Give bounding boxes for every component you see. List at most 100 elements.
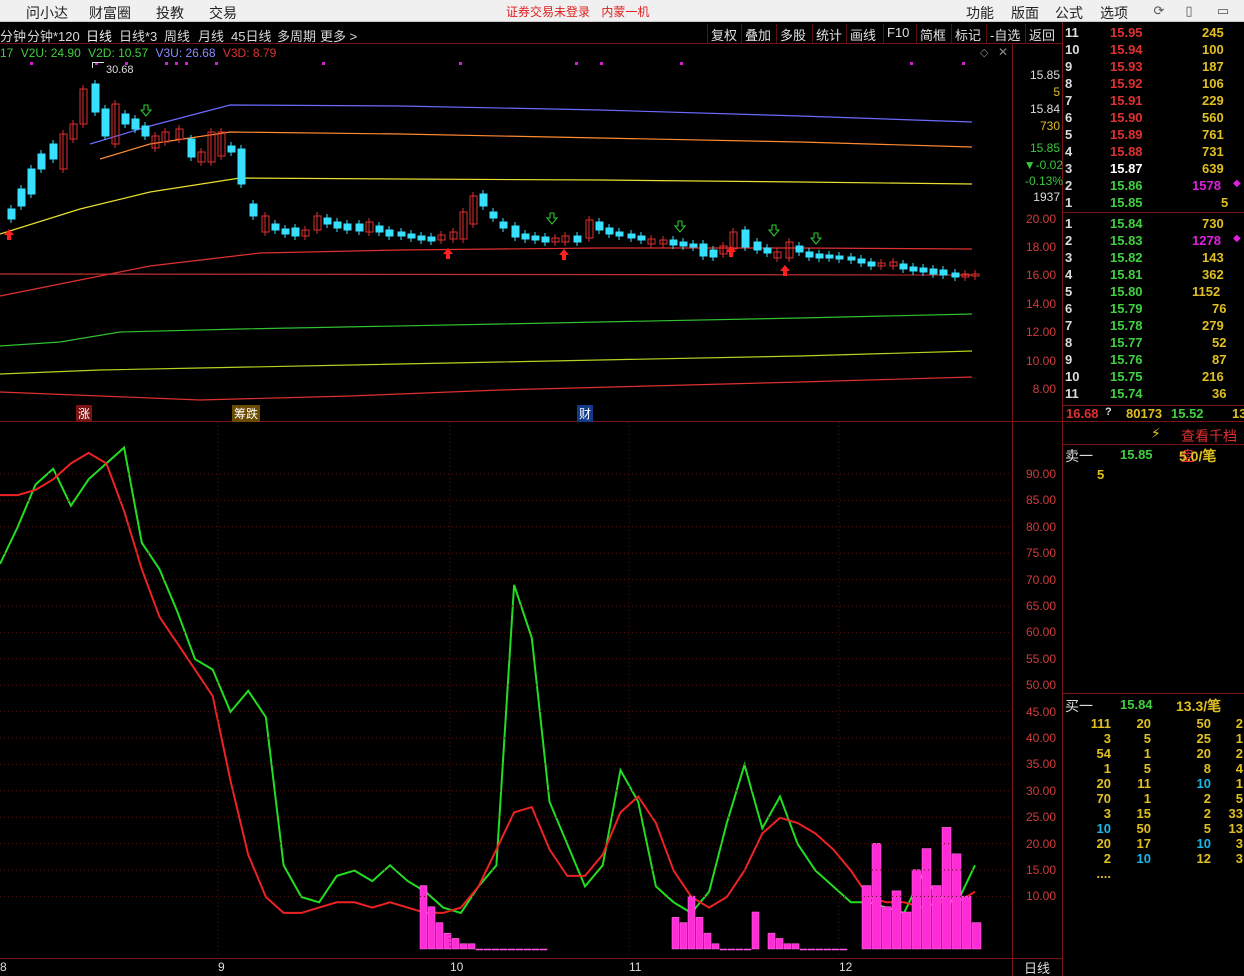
period-monthly[interactable]: 月线 [198, 26, 224, 45]
bid-row[interactable]: 4 15.81 362 [1063, 267, 1244, 284]
simple-frame-button[interactable]: 简框 [916, 24, 949, 43]
price-tick: 16.00 [1025, 268, 1056, 282]
ask-row[interactable]: 9 15.93 187 [1063, 59, 1244, 76]
overlay-button[interactable]: 叠加 [741, 24, 774, 43]
menu-banmian[interactable]: 版面 [1011, 3, 1039, 23]
menu-gongshi[interactable]: 公式 [1055, 3, 1083, 23]
menu-gongneng[interactable]: 功能 [966, 3, 994, 23]
bid-level: 2 [1065, 233, 1073, 248]
bid-price: 15.77 [1110, 335, 1143, 350]
volume-bar [727, 948, 736, 951]
divider [1063, 444, 1244, 445]
volume-bar [961, 895, 972, 950]
menu-caifuquan[interactable]: 财富圈 [89, 3, 131, 23]
ask-row[interactable]: 4 15.88 731 [1063, 144, 1244, 161]
bid-row[interactable]: 11 15.74 36 [1063, 386, 1244, 403]
ask-row[interactable]: 7 15.91 229 [1063, 93, 1244, 110]
window-icon[interactable]: ▭ [1214, 2, 1232, 20]
candle-body [909, 266, 918, 272]
draw-line-button[interactable]: 画线 [846, 24, 879, 43]
sell-arrow [545, 212, 559, 225]
menu-wenxiaoda[interactable]: 问小达 [26, 3, 68, 23]
order-book-panel: 11 15.95 245 10 15.94 100 9 15.93 187 8 15.92 106 7 1… [1063, 22, 1244, 976]
bid-row[interactable]: 5 15.80 1152 [1063, 284, 1244, 301]
lock-icon[interactable]: ▯ [1180, 2, 1198, 20]
qiandang-link-row[interactable]: ⚡ 查看千档盘 [1063, 424, 1244, 464]
ask-price: 15.87 [1110, 161, 1143, 176]
bid-level: 10 [1065, 369, 1080, 384]
marker-dot [600, 62, 603, 65]
bid-row[interactable]: 7 15.78 279 [1063, 318, 1244, 335]
ask-level: 1 [1065, 195, 1073, 210]
marker-dot [680, 62, 683, 65]
fuquan-button[interactable]: 复权 [707, 24, 740, 43]
volume-bar [435, 922, 444, 950]
tag-cai: 财 [577, 405, 594, 422]
watchlist-button[interactable]: -自选 [986, 24, 1023, 43]
period-label[interactable]: 日线 [1024, 958, 1050, 976]
period-minute[interactable]: 分钟 [0, 26, 26, 45]
queue-cell: 8 [1203, 761, 1211, 776]
info-change: ▼-0.02 [1023, 158, 1063, 172]
candle-body [333, 221, 342, 229]
ask-row[interactable]: 1 15.85 5 [1063, 195, 1244, 212]
bid-row[interactable]: 6 15.79 76 [1063, 301, 1244, 318]
ask-row[interactable]: 11 15.95 245 [1063, 25, 1244, 42]
mark-button[interactable]: 标记 [951, 24, 984, 43]
bid-row[interactable]: 3 15.82 143 [1063, 250, 1244, 267]
ask-row[interactable]: 8 15.92 106 [1063, 76, 1244, 93]
sell1-avg: 5.0/笔 [1179, 448, 1217, 464]
period-weekly[interactable]: 周线 [164, 26, 190, 45]
candle-body [815, 253, 824, 259]
queue-cell: 2 [1103, 851, 1111, 866]
candle-body [521, 233, 530, 240]
menu-xuanxiang[interactable]: 选项 [1100, 3, 1128, 23]
volume-bar [751, 911, 760, 950]
period-45day[interactable]: 45日线 [231, 26, 271, 45]
multi-stock-button[interactable]: 多股 [776, 24, 809, 43]
period-daily[interactable]: 日线 [86, 26, 112, 45]
queue-cell: 11 [1137, 776, 1151, 791]
bid-volume: 76 [1212, 301, 1227, 316]
candle-body [489, 211, 498, 219]
period-more[interactable]: 更多 > [320, 26, 357, 45]
bid-row[interactable]: 10 15.75 216 [1063, 369, 1244, 386]
date-label: 8 [0, 960, 7, 974]
ask-row[interactable]: 3 15.87 639 [1063, 161, 1244, 178]
bid-row[interactable]: 1 15.84 730 [1063, 216, 1244, 233]
f10-button[interactable]: F10 [883, 24, 912, 43]
queue-cell: 5 [1235, 791, 1243, 806]
bid-volume: 52 [1212, 335, 1227, 350]
candle-body [805, 251, 814, 258]
ask-row[interactable]: 5 15.89 761 [1063, 127, 1244, 144]
menu-toujiao[interactable]: 投教 [156, 3, 184, 23]
period-daily-3[interactable]: 日线*3 [119, 26, 157, 45]
price-tick: 10.00 [1025, 354, 1056, 368]
sell-arrow [673, 220, 687, 233]
ask-row[interactable]: 6 15.90 560 [1063, 110, 1244, 127]
bid-row[interactable]: 2 15.83 1278 ◆ [1063, 233, 1244, 250]
stats-button[interactable]: 统计 [812, 24, 845, 43]
queue-cell: 17 [1136, 836, 1151, 851]
volume-bar [743, 948, 752, 951]
bid-row[interactable]: 8 15.77 52 [1063, 335, 1244, 352]
date-axis-line [0, 958, 1062, 959]
queue-cell: 70 [1096, 791, 1111, 806]
bid-row[interactable]: 9 15.76 87 [1063, 352, 1244, 369]
menu-jiaoyi[interactable]: 交易 [209, 3, 237, 23]
period-multi[interactable]: 多周期 [277, 26, 316, 45]
ask-row[interactable]: 2 15.86 1578 ◆ [1063, 178, 1244, 195]
bid-price: 15.80 [1110, 284, 1143, 299]
refresh-icon[interactable]: ⟳ [1150, 2, 1168, 20]
period-minute-120[interactable]: 分钟*120 [27, 26, 80, 45]
candle-body [637, 235, 646, 241]
bid-price: 15.84 [1110, 216, 1143, 231]
bid-volume: 1152 [1192, 284, 1221, 299]
osc-tick: 65.00 [1025, 599, 1056, 613]
ask-volume: 5 [1221, 195, 1229, 210]
candle-body [249, 203, 258, 217]
ask-level: 3 [1065, 161, 1073, 176]
ask-row[interactable]: 10 15.94 100 [1063, 42, 1244, 59]
back-button[interactable]: 返回 [1025, 24, 1058, 43]
candlestick-chart[interactable] [0, 44, 1062, 976]
